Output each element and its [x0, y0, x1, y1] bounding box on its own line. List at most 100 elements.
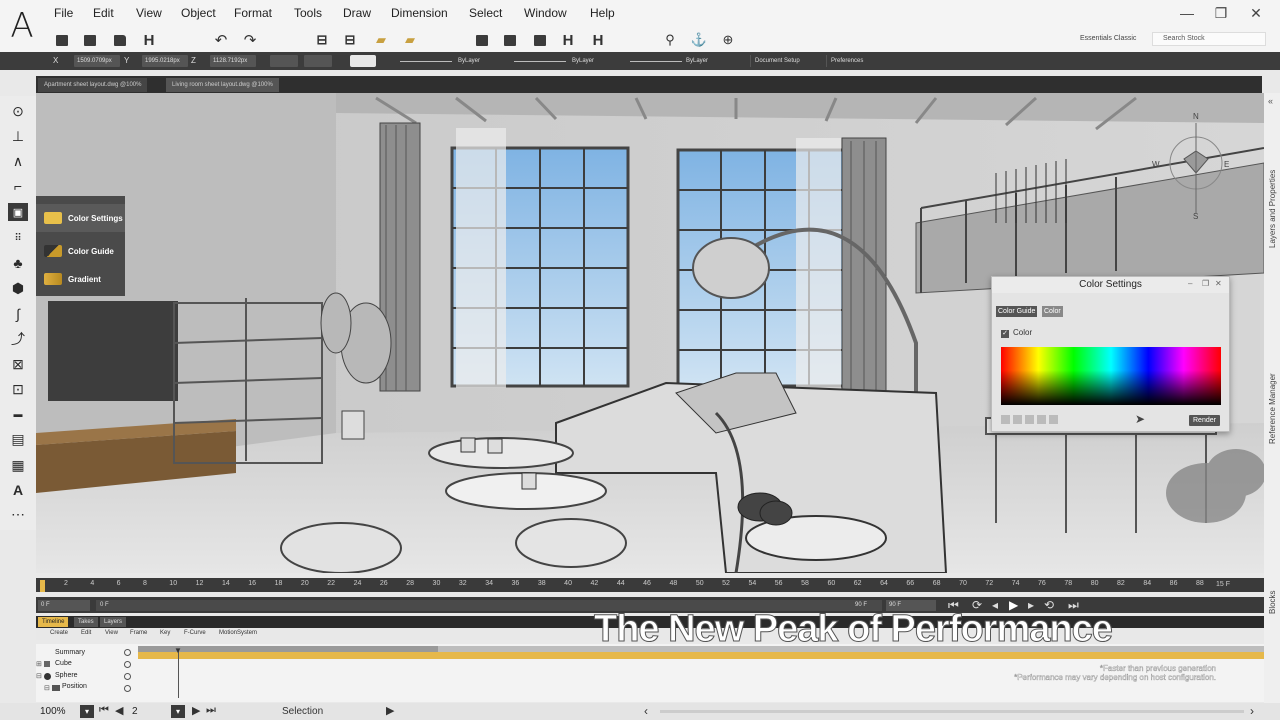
zoom-icon[interactable]: ⚲ [661, 31, 679, 49]
tl-menu-frame[interactable]: Frame [130, 630, 147, 636]
tl-menu-motionsystem[interactable]: MotionSystem [219, 630, 257, 636]
shapes-icon[interactable]: ♣ [8, 254, 28, 272]
dimension-tool-icon[interactable]: ⊥ [8, 127, 28, 145]
block-icon[interactable] [531, 31, 549, 49]
tab-blocks[interactable]: Blocks [1268, 590, 1277, 614]
menu-help[interactable]: Help [590, 6, 615, 20]
linetype-3[interactable]: ByLayer [686, 55, 708, 67]
tab-layers-properties[interactable]: Layers and Properties [1268, 170, 1277, 248]
save-icon[interactable] [81, 31, 99, 49]
more-tools-icon[interactable]: ⋯ [8, 505, 28, 523]
tl-menu-edit[interactable]: Edit [81, 630, 91, 636]
undo-icon[interactable]: ↶ [212, 31, 230, 49]
menu-file[interactable]: File [54, 6, 73, 20]
panel-close-icon[interactable]: ✕ [1215, 279, 1222, 288]
tl-menu-create[interactable]: Create [50, 630, 68, 636]
tab-color[interactable]: Color [1042, 306, 1063, 317]
zoom-level[interactable]: 100% [40, 706, 66, 717]
minimize-button[interactable]: — [1177, 5, 1197, 21]
row-cube[interactable]: Cube [55, 660, 72, 667]
tl-menu-key[interactable]: Key [160, 630, 170, 636]
first-page-icon[interactable]: ⏮ [99, 704, 109, 717]
menu-tools[interactable]: Tools [294, 6, 322, 20]
film-tool-icon[interactable]: ▤ [8, 430, 28, 448]
page-number[interactable]: 2 [132, 706, 138, 717]
tab-reference-manager[interactable]: Reference Manager [1268, 373, 1277, 444]
linetype-2[interactable]: ByLayer [572, 55, 594, 67]
color-checkbox[interactable]: ✓ [1001, 330, 1009, 338]
tab-takes[interactable]: Takes [74, 617, 98, 627]
fill-icon[interactable]: ▰ [401, 31, 419, 49]
flyout-color-guide[interactable]: Color Guide [36, 237, 125, 265]
flyout-gradient[interactable]: Gradient [36, 265, 125, 293]
key-toggle-4[interactable] [124, 685, 131, 692]
color-spectrum[interactable] [1001, 347, 1221, 405]
measure-alt-icon[interactable]: H [589, 31, 607, 49]
linetype-1[interactable]: ByLayer [458, 55, 480, 67]
panel-minimize-icon[interactable]: – [1188, 279, 1192, 288]
menu-view[interactable]: View [136, 6, 162, 20]
dimension-icon[interactable]: H [140, 31, 158, 49]
select-tool-icon[interactable]: ⊙ [8, 102, 28, 120]
selected-track[interactable] [138, 652, 1264, 659]
preferences-button[interactable]: Preferences [826, 55, 867, 67]
document-setup-button[interactable]: Document Setup [750, 55, 804, 67]
menu-format[interactable]: Format [234, 6, 272, 20]
horizontal-scrollbar[interactable] [660, 710, 1244, 713]
menu-edit[interactable]: Edit [93, 6, 114, 20]
panel-expand-icon[interactable]: ❐ [1202, 279, 1209, 288]
text-tool-icon[interactable]: A [8, 481, 28, 499]
key-toggle-2[interactable] [124, 661, 131, 668]
text-style-icon[interactable] [350, 55, 376, 67]
flyout-color-settings[interactable]: Color Settings [36, 204, 125, 232]
tab-living-room[interactable]: Living room sheet layout.dwg @100% [166, 78, 279, 92]
color-tool-icon[interactable]: ▣ [8, 203, 28, 221]
y-coordinate-field[interactable]: 1995.0218px [142, 55, 188, 67]
orbit-icon[interactable]: ⊕ [719, 31, 737, 49]
key-toggle-1[interactable] [124, 649, 131, 656]
symbol-tool-icon[interactable]: ⊡ [8, 380, 28, 398]
group-icon[interactable] [473, 31, 491, 49]
playhead-marker[interactable] [40, 580, 45, 592]
style-dropdown[interactable] [304, 55, 332, 67]
zoom-dropdown-icon[interactable]: ▾ [80, 705, 94, 718]
measure-icon[interactable]: H [559, 31, 577, 49]
collapse-sphere-icon[interactable]: ⊟ [36, 672, 42, 680]
tab-color-guide[interactable]: Color Guide [996, 306, 1038, 317]
curve-tool-icon[interactable]: ∫ [8, 305, 28, 323]
render-button[interactable]: Render [1189, 415, 1220, 426]
line-tool-icon[interactable]: ▬ [8, 405, 28, 423]
pan-icon[interactable]: ⚓ [690, 31, 708, 49]
workspace-selector[interactable]: Essentials Classic [1080, 32, 1150, 46]
tl-menu-fcurve[interactable]: F-Curve [184, 630, 206, 636]
new-file-icon[interactable] [53, 31, 71, 49]
row-position[interactable]: Position [62, 683, 87, 690]
tab-layers[interactable]: Layers [100, 617, 127, 627]
menu-dimension[interactable]: Dimension [391, 6, 448, 20]
start-frame-field[interactable]: 0 F [38, 600, 90, 611]
tl-menu-view[interactable]: View [105, 630, 118, 636]
cube-tool-icon[interactable]: ⬢ [8, 279, 28, 297]
row-sphere[interactable]: Sphere [55, 672, 78, 679]
open-folder-icon[interactable] [111, 31, 129, 49]
align-icon[interactable]: ⊟ [313, 31, 331, 49]
menu-object[interactable]: Object [181, 6, 216, 20]
redo-icon[interactable]: ↷ [241, 31, 259, 49]
pattern-tool-icon[interactable]: ⊠ [8, 355, 28, 373]
page-dropdown-icon[interactable]: ▾ [171, 705, 185, 718]
search-stock-input[interactable]: Search Stock [1152, 32, 1266, 46]
status-arrow-icon[interactable]: ▶ [386, 704, 394, 717]
scroll-right-icon[interactable]: › [1250, 704, 1254, 718]
layer-icon[interactable] [501, 31, 519, 49]
last-page-icon[interactable]: ⏭ [206, 704, 216, 717]
scroll-left-icon[interactable]: ‹ [644, 704, 648, 718]
menu-draw[interactable]: Draw [343, 6, 371, 20]
z-coordinate-field[interactable]: 1128.7192px [210, 55, 256, 67]
tab-timeline[interactable]: Timeline [38, 617, 69, 627]
restore-button[interactable]: ❐ [1211, 5, 1231, 22]
close-button[interactable]: ✕ [1246, 5, 1266, 22]
distribute-icon[interactable]: ⊟ [341, 31, 359, 49]
paint-icon[interactable]: ▰ [372, 31, 390, 49]
spline-tool-icon[interactable]: ⤴ [8, 330, 28, 348]
film-tool-2-icon[interactable]: ▦ [8, 456, 28, 474]
